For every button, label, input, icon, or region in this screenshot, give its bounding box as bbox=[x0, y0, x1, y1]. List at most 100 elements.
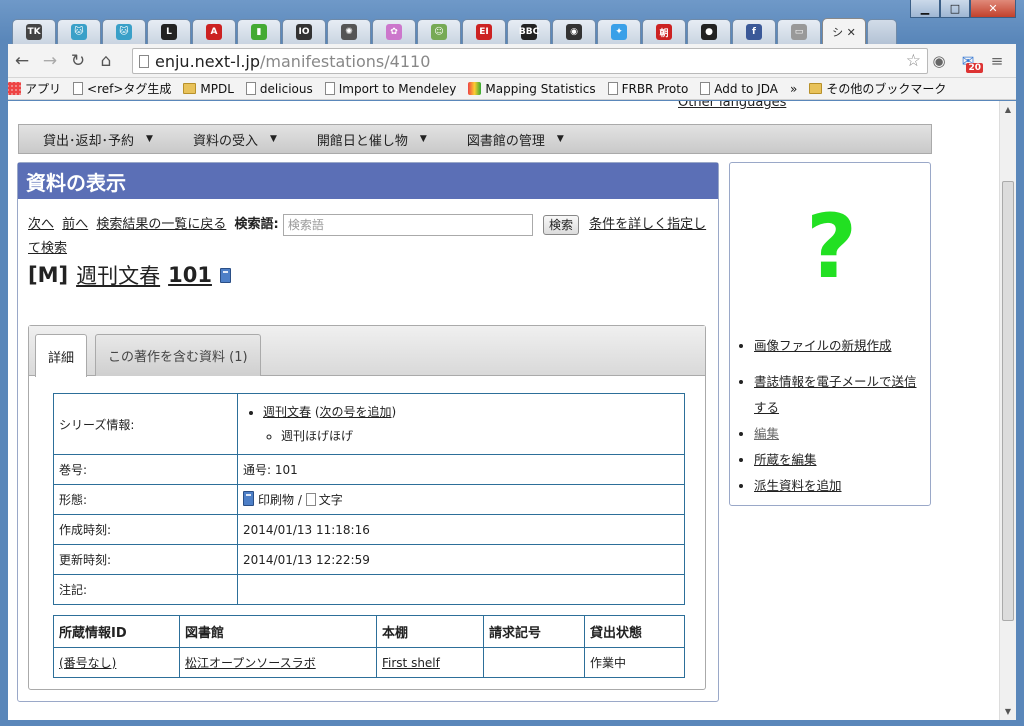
book-icon bbox=[219, 267, 231, 283]
bookmark-item[interactable]: FRBR Proto bbox=[607, 82, 688, 96]
column-header: 貸出状態 bbox=[584, 615, 685, 648]
menu-icon[interactable]: ≡ bbox=[984, 48, 1010, 74]
browser-tab[interactable]: 🐱 bbox=[102, 19, 146, 44]
caret-down-icon: ▼ bbox=[146, 134, 153, 144]
minimize-button[interactable]: ▁ bbox=[910, 0, 940, 18]
browser-tab[interactable]: IO bbox=[282, 19, 326, 44]
page-icon bbox=[324, 82, 335, 95]
tab-favicon-icon: 🐱 bbox=[71, 24, 87, 40]
tab-favicon-icon: IO bbox=[296, 24, 312, 40]
page-title: 資料の表示 bbox=[18, 163, 718, 199]
bookmark-item[interactable]: MPDL bbox=[183, 82, 234, 96]
globe-icon[interactable]: ◉ bbox=[926, 48, 952, 74]
bookmark-item[interactable]: delicious bbox=[245, 82, 313, 96]
scroll-down-icon[interactable]: ▼ bbox=[1000, 703, 1016, 720]
separator: / bbox=[297, 493, 302, 507]
table-header-row: 所蔵情報ID 図書館 本棚 請求記号 貸出状態 bbox=[53, 615, 685, 648]
close-window-button[interactable]: ✕ bbox=[970, 0, 1016, 18]
back-to-results-link[interactable]: 検索結果の一覧に戻る bbox=[96, 217, 226, 232]
menu-circulation[interactable]: 貸出･返却･予約 ▼ bbox=[43, 130, 153, 149]
url-path: /manifestations/4110 bbox=[260, 51, 431, 71]
shelf-link[interactable]: First shelf bbox=[376, 647, 484, 678]
browser-tab[interactable]: ▮ bbox=[237, 19, 281, 44]
caret-down-icon: ▼ bbox=[269, 134, 277, 144]
browser-tab[interactable]: ● bbox=[687, 19, 731, 44]
prev-link[interactable]: 前へ bbox=[62, 217, 88, 232]
tab-favicon-icon: ✿ bbox=[386, 24, 402, 40]
detail-tabs: 詳細 この著作を含む資料 (1) シリーズ情報: 週刊文春 (次の号を追加) bbox=[28, 325, 706, 690]
maximize-button[interactable]: □ bbox=[940, 0, 970, 18]
menu-admin[interactable]: 図書館の管理 ▼ bbox=[467, 130, 564, 149]
vertical-scrollbar[interactable]: ▲ ▼ bbox=[999, 101, 1016, 720]
other-languages-link[interactable]: Other languages bbox=[678, 101, 786, 110]
bookmarks-overflow-button[interactable]: » bbox=[790, 82, 797, 96]
edit-holdings-link[interactable]: 所蔵を編集 bbox=[754, 452, 817, 467]
title-link[interactable]: 週刊文春 bbox=[76, 260, 160, 290]
home-icon[interactable]: ⌂ bbox=[92, 47, 120, 75]
tab-favicon-icon: BBC bbox=[519, 24, 539, 40]
browser-tab[interactable]: ◉ bbox=[552, 19, 596, 44]
add-next-issue-link[interactable]: 次の号を追加 bbox=[320, 405, 392, 419]
bookmark-item[interactable]: Import to Mendeley bbox=[324, 81, 457, 96]
reload-icon[interactable]: ↻ bbox=[64, 47, 92, 75]
next-link[interactable]: 次へ bbox=[28, 217, 54, 232]
title-type: [M] bbox=[28, 263, 69, 287]
bookmark-item[interactable]: <ref>タグ生成 bbox=[73, 80, 171, 97]
bookmark-item[interactable]: Add to JDA bbox=[700, 82, 778, 96]
browser-tab[interactable]: ✿ bbox=[372, 19, 416, 44]
bookmark-item[interactable]: アプリ bbox=[8, 80, 61, 97]
browser-tab[interactable]: ☺ bbox=[417, 19, 461, 44]
browser-tab[interactable]: 🐱 bbox=[57, 19, 101, 44]
series-link[interactable]: 週刊文春 bbox=[263, 405, 311, 419]
browser-tab[interactable]: TK bbox=[12, 19, 56, 44]
browser-tab[interactable]: ✦ bbox=[597, 19, 641, 44]
holdings-table: 所蔵情報ID 図書館 本棚 請求記号 貸出状態 (番号なし) 松江オープンソース… bbox=[53, 615, 685, 678]
active-browser-tab[interactable]: シ ✕ bbox=[822, 18, 866, 44]
search-input[interactable]: 検索語 bbox=[282, 213, 533, 236]
bookmark-star-icon[interactable]: ☆ bbox=[906, 51, 921, 71]
forward-icon[interactable]: → bbox=[36, 47, 64, 75]
tab-favicon-icon: 🐱 bbox=[116, 24, 132, 40]
tab-favicon-icon: ✦ bbox=[611, 24, 627, 40]
add-derivative-link[interactable]: 派生資料を追加 bbox=[754, 478, 842, 493]
sidebar-actions: 画像ファイルの新規作成 書誌情報を電子メールで送信する 編集 所蔵を編集 派生資… bbox=[738, 333, 928, 499]
menu-events[interactable]: 開館日と催し物 ▼ bbox=[317, 130, 427, 149]
browser-window: ▁ □ ✕ TK 🐱 🐱 L A ▮ IO ✺ ✿ ☺ EI BBC ◉ ✦ 朝 ● f ▭ シ ✕ ← → ↻ ⌂… bbox=[0, 0, 1024, 726]
browser-tab[interactable]: ▭ bbox=[777, 19, 821, 44]
menu-acquisition[interactable]: 資料の受入 ▼ bbox=[193, 130, 277, 149]
create-image-link[interactable]: 画像ファイルの新規作成 bbox=[754, 338, 892, 353]
mail-extension-icon[interactable]: ✉ 20 bbox=[955, 48, 983, 74]
browser-tab[interactable]: 朝 bbox=[642, 19, 686, 44]
menu-label: 開館日と催し物 bbox=[316, 133, 408, 149]
tab-details[interactable]: 詳細 bbox=[35, 334, 88, 377]
row-key: 更新時刻: bbox=[53, 544, 238, 575]
library-link[interactable]: 松江オープンソースラボ bbox=[179, 647, 377, 678]
browser-tab[interactable]: L bbox=[147, 19, 191, 44]
bookmark-item[interactable]: Mapping Statistics bbox=[468, 82, 596, 96]
browser-tab[interactable]: f bbox=[732, 19, 776, 44]
browser-tab[interactable]: ✺ bbox=[327, 19, 371, 44]
page-icon bbox=[139, 54, 149, 68]
browser-tab[interactable]: A bbox=[192, 19, 236, 44]
row-value: 週刊文春 (次の号を追加) 週刊ほげほげ bbox=[237, 393, 685, 455]
bookmark-label: Import to Mendeley bbox=[338, 81, 457, 96]
address-bar[interactable]: enju.next-l.jp/manifestations/4110 ☆ bbox=[132, 48, 928, 74]
no-image-placeholder: ? bbox=[806, 195, 858, 298]
scroll-thumb[interactable] bbox=[1002, 181, 1014, 621]
search-button[interactable]: 検索 bbox=[542, 214, 579, 235]
browser-tab[interactable]: EI bbox=[462, 19, 506, 44]
volume-link[interactable]: 101 bbox=[168, 263, 212, 287]
browser-tab[interactable]: BBC bbox=[507, 19, 551, 44]
new-tab-button[interactable] bbox=[867, 19, 897, 44]
back-icon[interactable]: ← bbox=[8, 47, 36, 75]
edit-link[interactable]: 編集 bbox=[754, 426, 779, 441]
list-item: 週刊文春 (次の号を追加) 週刊ほげほげ bbox=[263, 400, 679, 448]
tab-related-works[interactable]: この著作を含む資料 (1) bbox=[95, 334, 261, 376]
list-item: 編集 bbox=[754, 421, 928, 447]
email-record-link[interactable]: 書誌情報を電子メールで送信する bbox=[754, 374, 917, 415]
item-id-link[interactable]: (番号なし) bbox=[53, 647, 180, 678]
tab-strip: TK 🐱 🐱 L A ▮ IO ✺ ✿ ☺ EI BBC ◉ ✦ 朝 ● f ▭ シ ✕ bbox=[12, 18, 898, 44]
url-host: enju.next-l.jp bbox=[155, 51, 261, 71]
scroll-up-icon[interactable]: ▲ bbox=[1000, 101, 1016, 118]
other-bookmarks[interactable]: その他のブックマーク bbox=[809, 80, 946, 97]
